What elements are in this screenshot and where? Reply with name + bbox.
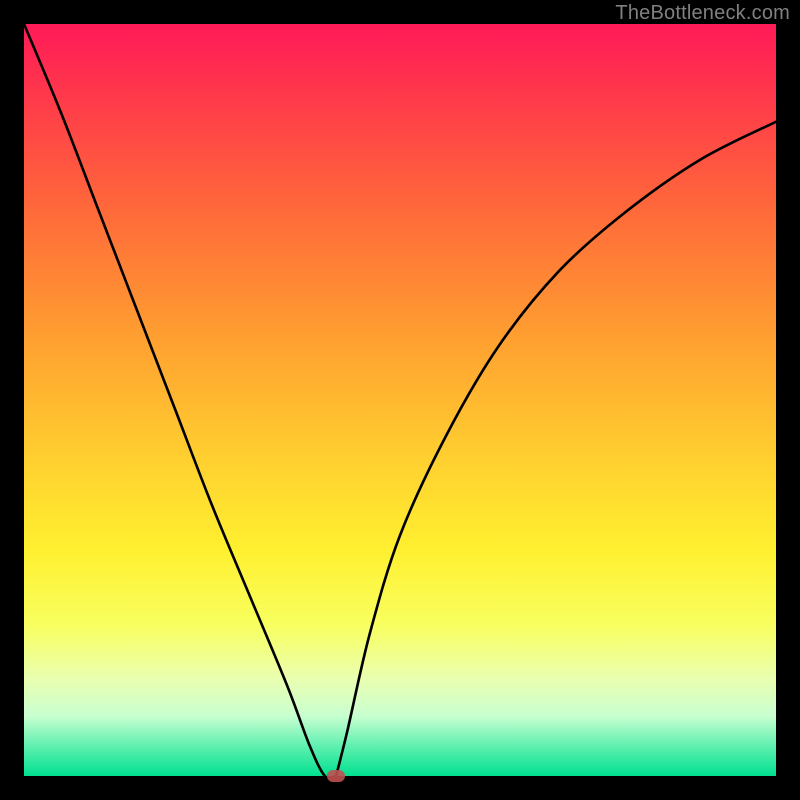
chart-frame: TheBottleneck.com bbox=[0, 0, 800, 800]
bottleneck-curve bbox=[24, 24, 776, 776]
plot-area bbox=[24, 24, 776, 776]
minimum-marker bbox=[327, 770, 345, 782]
watermark-label: TheBottleneck.com bbox=[615, 2, 790, 25]
